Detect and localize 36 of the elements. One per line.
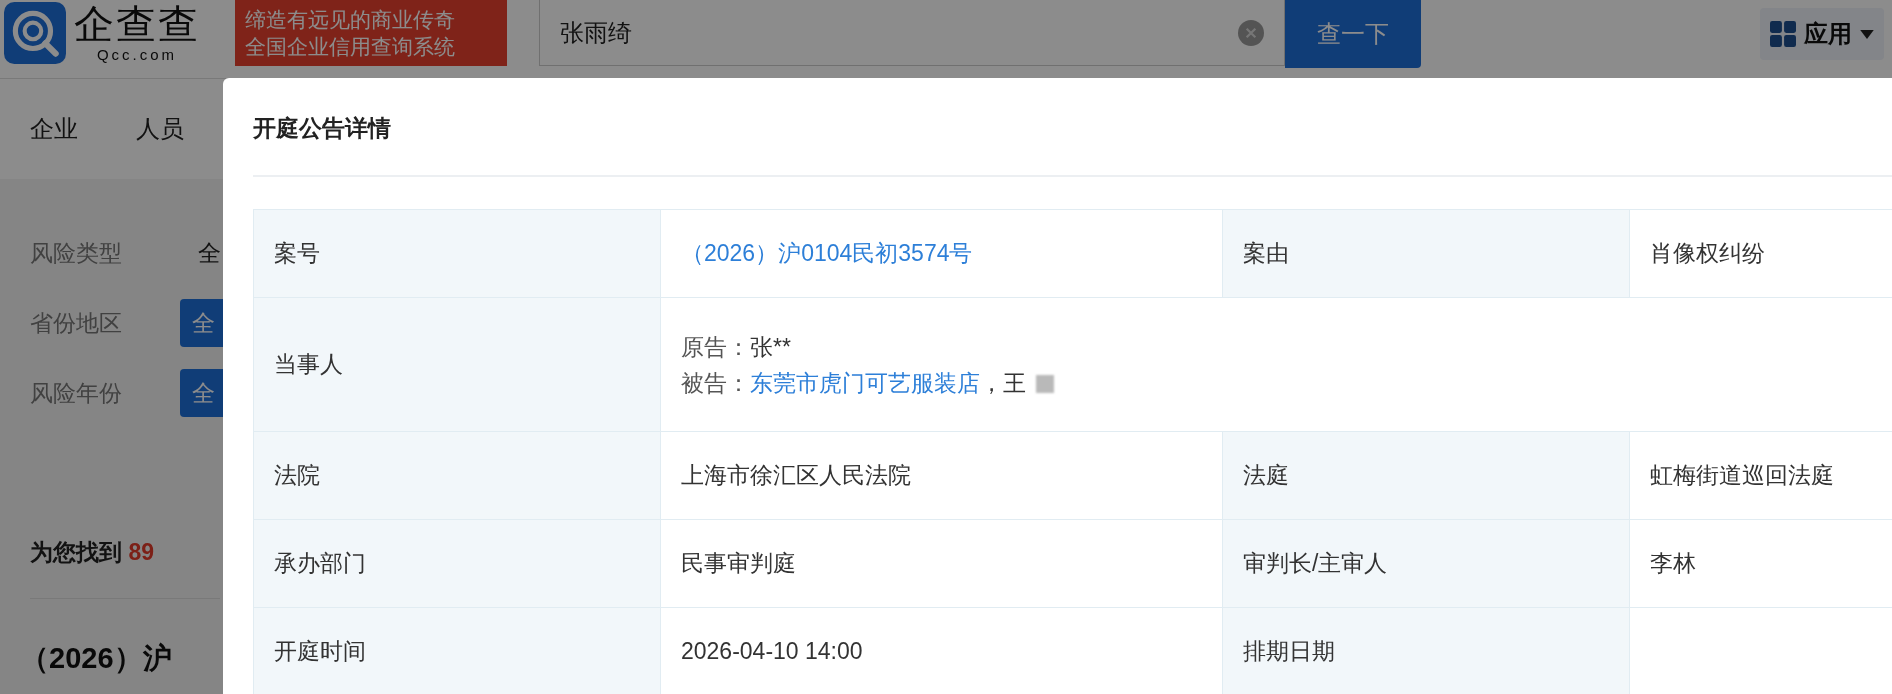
search-field[interactable]: 张雨绮: [539, 0, 1285, 66]
case-link[interactable]: （2026）沪0104民初3574号: [681, 240, 973, 266]
logo-wordmark: 企查查: [74, 2, 200, 46]
filter-option[interactable]: 全: [198, 237, 221, 269]
party-name: 张**: [750, 333, 791, 360]
field-value: 肖像权纠纷: [1629, 209, 1892, 298]
filter-label: 风险年份: [30, 378, 123, 408]
filter-label: 风险类型: [30, 238, 123, 268]
result-summary: 为您找到 89: [30, 537, 220, 599]
field-label: 案由: [1222, 209, 1630, 298]
redaction-mark: [1036, 375, 1054, 394]
field-label: 审判长/主审人: [1222, 519, 1630, 608]
nav-tab[interactable]: 人员: [136, 113, 184, 145]
field-label: 法院: [253, 431, 661, 520]
filter-label: 省份地区: [30, 308, 123, 338]
slogan-banner: 缔造有远见的商业传奇 全国企业信用查询系统: [235, 0, 507, 66]
field-label: 排期日期: [1222, 607, 1630, 694]
search-button[interactable]: 查一下: [1285, 0, 1421, 68]
field-value: 上海市徐汇区人民法院: [660, 431, 1223, 520]
grid-icon: [1770, 21, 1796, 47]
field-label: 案号: [253, 209, 661, 298]
field-label: 承办部门: [253, 519, 661, 608]
field-value: 民事审判庭: [660, 519, 1223, 608]
party-role: 被告：: [681, 369, 750, 396]
field-label: 开庭时间: [253, 607, 661, 694]
modal-title: 开庭公告详情: [253, 78, 1892, 177]
field-label: 当事人: [253, 297, 661, 432]
field-label: 法庭: [1222, 431, 1630, 520]
nav-tab[interactable]: 企业: [30, 113, 78, 145]
party-role: 原告：: [681, 333, 750, 360]
apps-button[interactable]: 应用: [1760, 8, 1884, 60]
logo-domain: Qcc.com: [96, 46, 178, 64]
clear-icon: [1238, 19, 1264, 46]
party-name: ，王: [980, 369, 1026, 396]
caret-icon: [1860, 29, 1874, 39]
party-link[interactable]: 东莞市虎门可艺服装店: [750, 369, 980, 396]
